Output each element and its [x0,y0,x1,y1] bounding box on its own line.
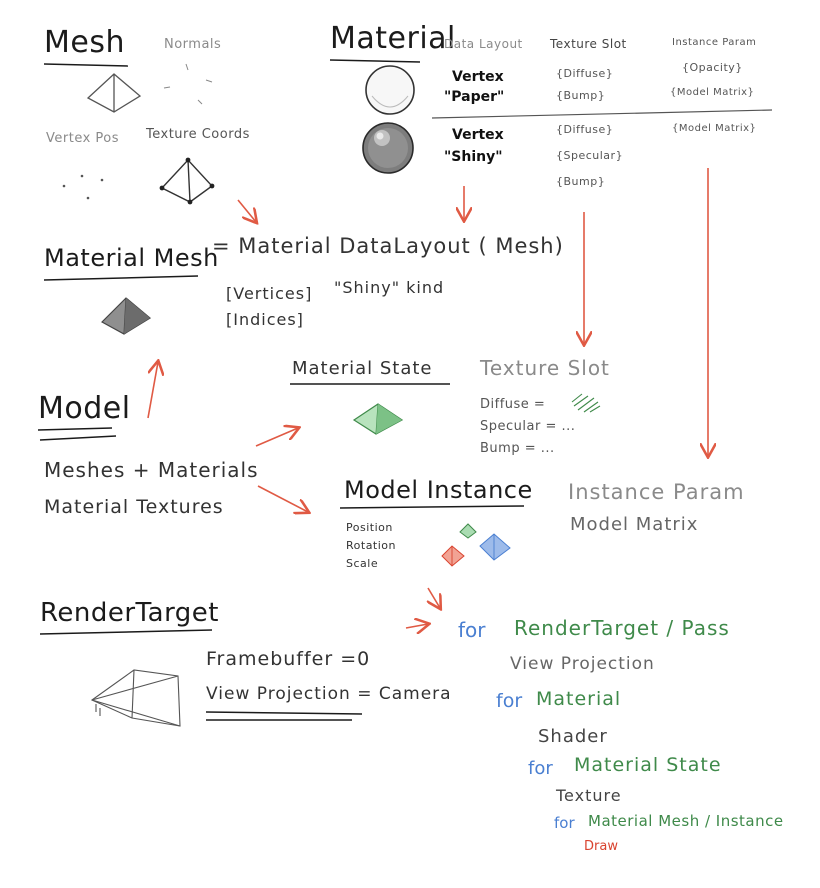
loop-for-4: for [554,814,575,832]
mesh-underline [43,63,129,67]
diffuse-swatch [571,393,601,413]
instance-param-header: Instance Param [672,37,757,48]
mesh-pyramid [86,73,142,113]
vertex-pos-label: Vertex Pos [46,131,120,146]
material-mesh-vertices: [Vertices] [226,284,313,303]
shiny-layout-line1: Vertex [452,127,504,143]
paper-layout-line1: Vertex [452,69,504,85]
loop-draw: Draw [584,839,618,854]
data-layout-header: Data Layout [444,37,523,51]
loop-for-2: for [496,690,523,712]
instance-red [441,545,465,567]
material-state-specular: Specular = ... [480,419,576,434]
model-underline [37,427,117,441]
instance-green [459,523,477,539]
paper-param-opacity: {Opacity} [682,61,743,74]
arrow-mesh-to-material-mesh [237,199,256,222]
material-state-diffuse: Diffuse = [480,397,546,412]
texture-slot-header: Texture Slot [550,37,627,51]
model-line1: Meshes + Materials [44,458,259,482]
arrow-render-target-to-loop [405,624,428,628]
material-mesh-underline [43,275,199,281]
frustum-sketch [90,669,181,727]
material-underline [329,59,421,63]
material-state-pyramid [352,403,404,435]
paper-param-model-matrix: {Model Matrix} [670,87,755,98]
material-mesh-pyramid [101,297,152,335]
loop-material-mesh-instance: Material Mesh / Instance [588,812,784,830]
render-target-heading: RenderTarget [40,598,219,628]
model-instance-scale: Scale [346,557,379,570]
arrow-model-to-instance [257,485,308,512]
view-projection-underline [205,711,363,721]
loop-material: Material [536,688,622,710]
material-mesh-kind: "Shiny" kind [334,278,445,297]
loop-render-target-pass: RenderTarget / Pass [514,616,730,640]
material-state-heading: Material State [292,358,433,379]
paper-layout-line2: "Paper" [444,89,505,105]
material-state-bump: Bump = ... [480,441,555,456]
texture-coords-label: Texture Coords [146,127,250,142]
instance-blue [479,533,511,561]
mesh-heading: Mesh [44,25,125,60]
model-instance-position: Position [346,521,393,534]
shiny-layout-line2: "Shiny" [444,149,503,165]
model-heading: Model [38,391,131,426]
material-mesh-heading: Material Mesh [44,244,219,272]
vertex-pos-dots [62,174,104,200]
render-target-underline [39,629,213,635]
model-line2: Material Textures [44,496,224,518]
render-target-framebuffer: Framebuffer =0 [206,648,371,670]
loop-for-1: for [458,618,486,642]
model-instance-model-matrix: Model Matrix [570,514,699,535]
loop-texture: Texture [556,786,622,805]
paper-sphere [365,65,415,115]
table-divider [431,109,773,119]
shiny-slot-bump: {Bump} [556,175,606,188]
shiny-slot-diffuse: {Diffuse} [556,123,614,136]
model-instance-underline [339,505,525,509]
normals-label: Normals [164,37,222,52]
loop-shader: Shader [538,726,608,747]
loop-material-state: Material State [574,754,722,776]
render-target-view-projection: View Projection = Camera [206,684,452,704]
material-mesh-indices: [Indices] [226,310,304,329]
shiny-param-model-matrix: {Model Matrix} [672,123,757,134]
model-instance-rotation: Rotation [346,539,397,552]
model-instance-heading: Model Instance [344,476,533,504]
material-table-lines [431,109,773,119]
paper-slot-bump: {Bump} [556,89,606,102]
paper-slot-diffuse: {Diffuse} [556,67,614,80]
arrow-instance-to-loop [428,587,440,608]
normals-marks [163,63,213,105]
texture-coords-pyramid [160,158,214,203]
shiny-slot-specular: {Specular} [556,149,624,162]
shiny-sphere [362,122,414,174]
material-heading: Material [330,21,456,56]
material-mesh-formula: = Material DataLayout ( Mesh) [212,234,564,258]
model-instance-instance-param: Instance Param [568,480,745,504]
loop-view-projection: View Projection [510,654,655,674]
arrow-model-to-material-mesh [147,362,158,419]
arrow-model-to-material-state [255,428,298,447]
loop-for-3: for [528,758,553,779]
material-state-texture-slot: Texture Slot [480,356,610,380]
